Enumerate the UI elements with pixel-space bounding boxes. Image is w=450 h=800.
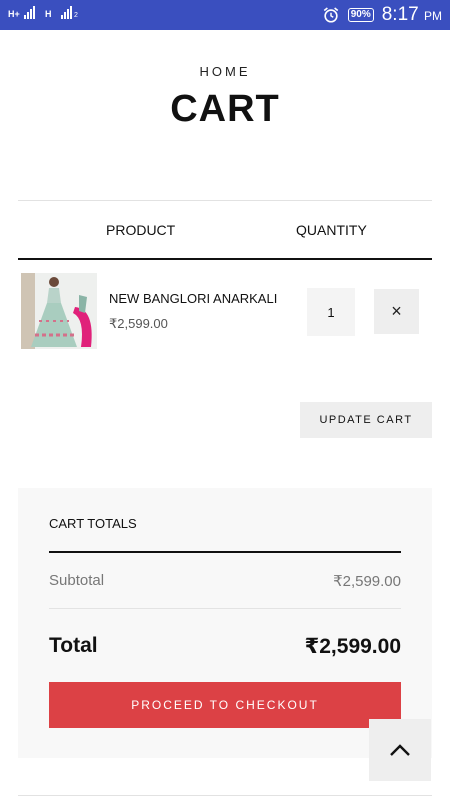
column-header-product: PRODUCT bbox=[106, 222, 176, 238]
product-image bbox=[21, 273, 97, 349]
subtotal-value: ₹2,599.00 bbox=[333, 573, 401, 590]
cart-table-header: PRODUCT QUANTITY bbox=[18, 200, 432, 260]
network-type-2: H bbox=[45, 9, 52, 19]
cart-item-row: NEW BANGLORI ANARKALI ₹2,599.00 × bbox=[18, 260, 432, 364]
breadcrumb-home[interactable]: HOME bbox=[0, 64, 450, 79]
back-to-top-button[interactable] bbox=[369, 719, 431, 781]
chevron-up-icon bbox=[390, 744, 410, 756]
page-title: CART bbox=[170, 88, 280, 130]
signal-icon-1 bbox=[24, 5, 35, 19]
total-label: Total bbox=[49, 634, 98, 657]
product-price: ₹2,599.00 bbox=[109, 316, 168, 331]
battery-indicator: 90% bbox=[347, 8, 374, 22]
alarm-clock-icon bbox=[323, 7, 338, 23]
divider bbox=[49, 608, 401, 609]
quantity-input[interactable] bbox=[307, 288, 355, 336]
remove-item-button[interactable]: × bbox=[374, 289, 419, 334]
sim-index: 2 bbox=[74, 12, 78, 19]
divider bbox=[49, 551, 401, 553]
product-thumbnail[interactable] bbox=[21, 273, 97, 349]
product-name-link[interactable]: NEW BANGLORI ANARKALI bbox=[109, 291, 277, 306]
proceed-to-checkout-button[interactable]: PROCEED TO CHECKOUT bbox=[49, 682, 401, 728]
clock-suffix: PM bbox=[424, 9, 442, 23]
signal-icon-2 bbox=[61, 5, 72, 19]
clock: 8:17 PM bbox=[382, 4, 442, 26]
status-bar: H+ H 2 90% 8:17 PM bbox=[0, 0, 450, 30]
network-type-1: H+ bbox=[8, 9, 20, 19]
cart-totals-panel: CART TOTALS Subtotal ₹2,599.00 Total ₹2,… bbox=[18, 488, 432, 758]
update-cart-button[interactable]: UPDATE CART bbox=[300, 402, 432, 438]
column-header-quantity: QUANTITY bbox=[296, 222, 367, 238]
cart-totals-title: CART TOTALS bbox=[49, 516, 137, 531]
divider bbox=[18, 795, 432, 796]
total-value: ₹2,599.00 bbox=[304, 635, 401, 658]
signal-indicators: H+ H 2 bbox=[8, 5, 78, 19]
subtotal-label: Subtotal bbox=[49, 572, 105, 589]
status-right: 90% 8:17 PM bbox=[322, 0, 442, 30]
clock-time: 8:17 bbox=[381, 4, 419, 25]
close-icon: × bbox=[391, 301, 402, 321]
